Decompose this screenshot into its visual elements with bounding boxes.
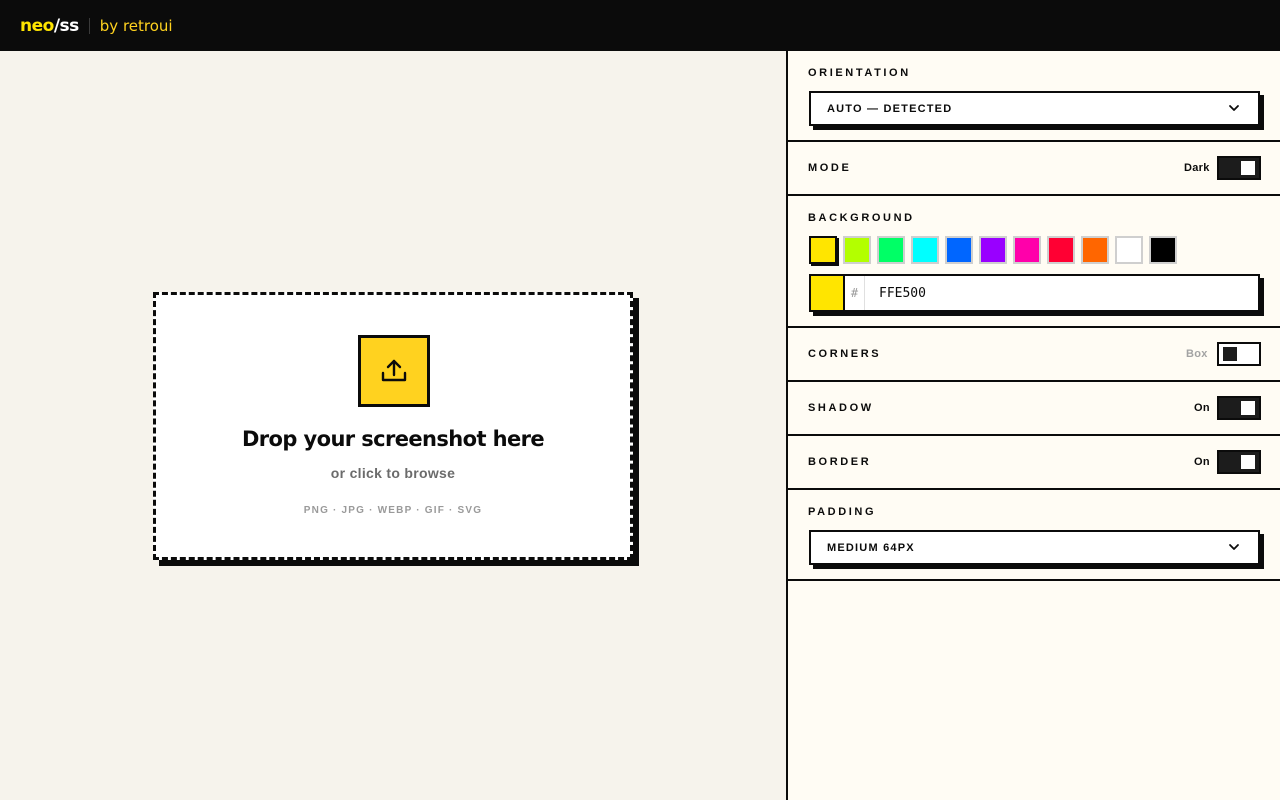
orientation-section: ORIENTATION AUTO — DETECTED (788, 51, 1280, 142)
mode-label: MODE (808, 162, 852, 174)
hex-color-field: # (809, 274, 1260, 312)
shadow-value: On (1194, 402, 1210, 414)
color-swatch[interactable] (1047, 236, 1075, 264)
toggle-knob (1241, 401, 1255, 415)
color-swatch[interactable] (1115, 236, 1143, 264)
mode-section: MODE Dark (788, 142, 1280, 196)
color-swatch[interactable] (809, 236, 837, 264)
corners-label: CORNERS (808, 348, 882, 360)
dropzone-formats: PNG · JPG · WEBP · GIF · SVG (303, 505, 483, 516)
color-swatch[interactable] (1081, 236, 1109, 264)
logo-ss: ss (59, 15, 80, 36)
hex-input[interactable] (871, 282, 1251, 304)
color-swatch[interactable] (1149, 236, 1177, 264)
mode-value: Dark (1184, 162, 1210, 174)
color-swatch[interactable] (1013, 236, 1041, 264)
shadow-toggle[interactable] (1217, 396, 1261, 420)
orientation-select[interactable]: AUTO — DETECTED (809, 91, 1260, 126)
color-swatch[interactable] (979, 236, 1007, 264)
toggle-knob (1241, 455, 1255, 469)
border-value: On (1194, 456, 1210, 468)
color-swatch[interactable] (945, 236, 973, 264)
toggle-knob (1223, 347, 1237, 361)
header-divider (88, 17, 90, 34)
color-swatch[interactable] (877, 236, 905, 264)
background-label: BACKGROUND (808, 212, 915, 224)
padding-section: PADDING MEDIUM 64PX (788, 490, 1280, 581)
dropzone-subtitle: or click to browse (330, 465, 456, 481)
upload-icon-box (358, 335, 430, 407)
logo-neo: neo (20, 15, 54, 36)
hex-color-preview (811, 276, 845, 310)
chevron-down-icon (1229, 544, 1239, 550)
corners-value: Box (1186, 348, 1208, 360)
orientation-label: ORIENTATION (808, 67, 911, 79)
color-swatch[interactable] (843, 236, 871, 264)
top-bar: neo/ss by retroui (0, 0, 1280, 51)
dropzone-title: Drop your screenshot here (241, 427, 545, 451)
shadow-label: SHADOW (808, 402, 874, 414)
border-label: BORDER (808, 456, 872, 468)
chevron-down-icon (1229, 105, 1239, 111)
toggle-knob (1241, 161, 1255, 175)
border-section: BORDER On (788, 436, 1280, 490)
corners-section: CORNERS Box (788, 328, 1280, 382)
padding-value: MEDIUM 64PX (827, 541, 915, 554)
corners-toggle[interactable] (1217, 342, 1261, 366)
padding-label: PADDING (808, 506, 877, 518)
border-toggle[interactable] (1217, 450, 1261, 474)
orientation-value: AUTO — DETECTED (827, 102, 953, 115)
hex-hash: # (845, 276, 865, 310)
app-logo[interactable]: neo/ss (20, 16, 79, 36)
mode-toggle[interactable] (1217, 156, 1261, 180)
byline-link[interactable]: by retroui (100, 17, 173, 35)
color-swatch[interactable] (911, 236, 939, 264)
settings-panel: ORIENTATION AUTO — DETECTED MODE Dark BA… (786, 51, 1280, 800)
upload-dropzone[interactable]: Drop your screenshot here or click to br… (153, 292, 633, 560)
shadow-section: SHADOW On (788, 382, 1280, 436)
preview-stage: Drop your screenshot here or click to br… (0, 51, 787, 800)
upload-icon (381, 359, 407, 382)
padding-select[interactable]: MEDIUM 64PX (809, 530, 1260, 565)
